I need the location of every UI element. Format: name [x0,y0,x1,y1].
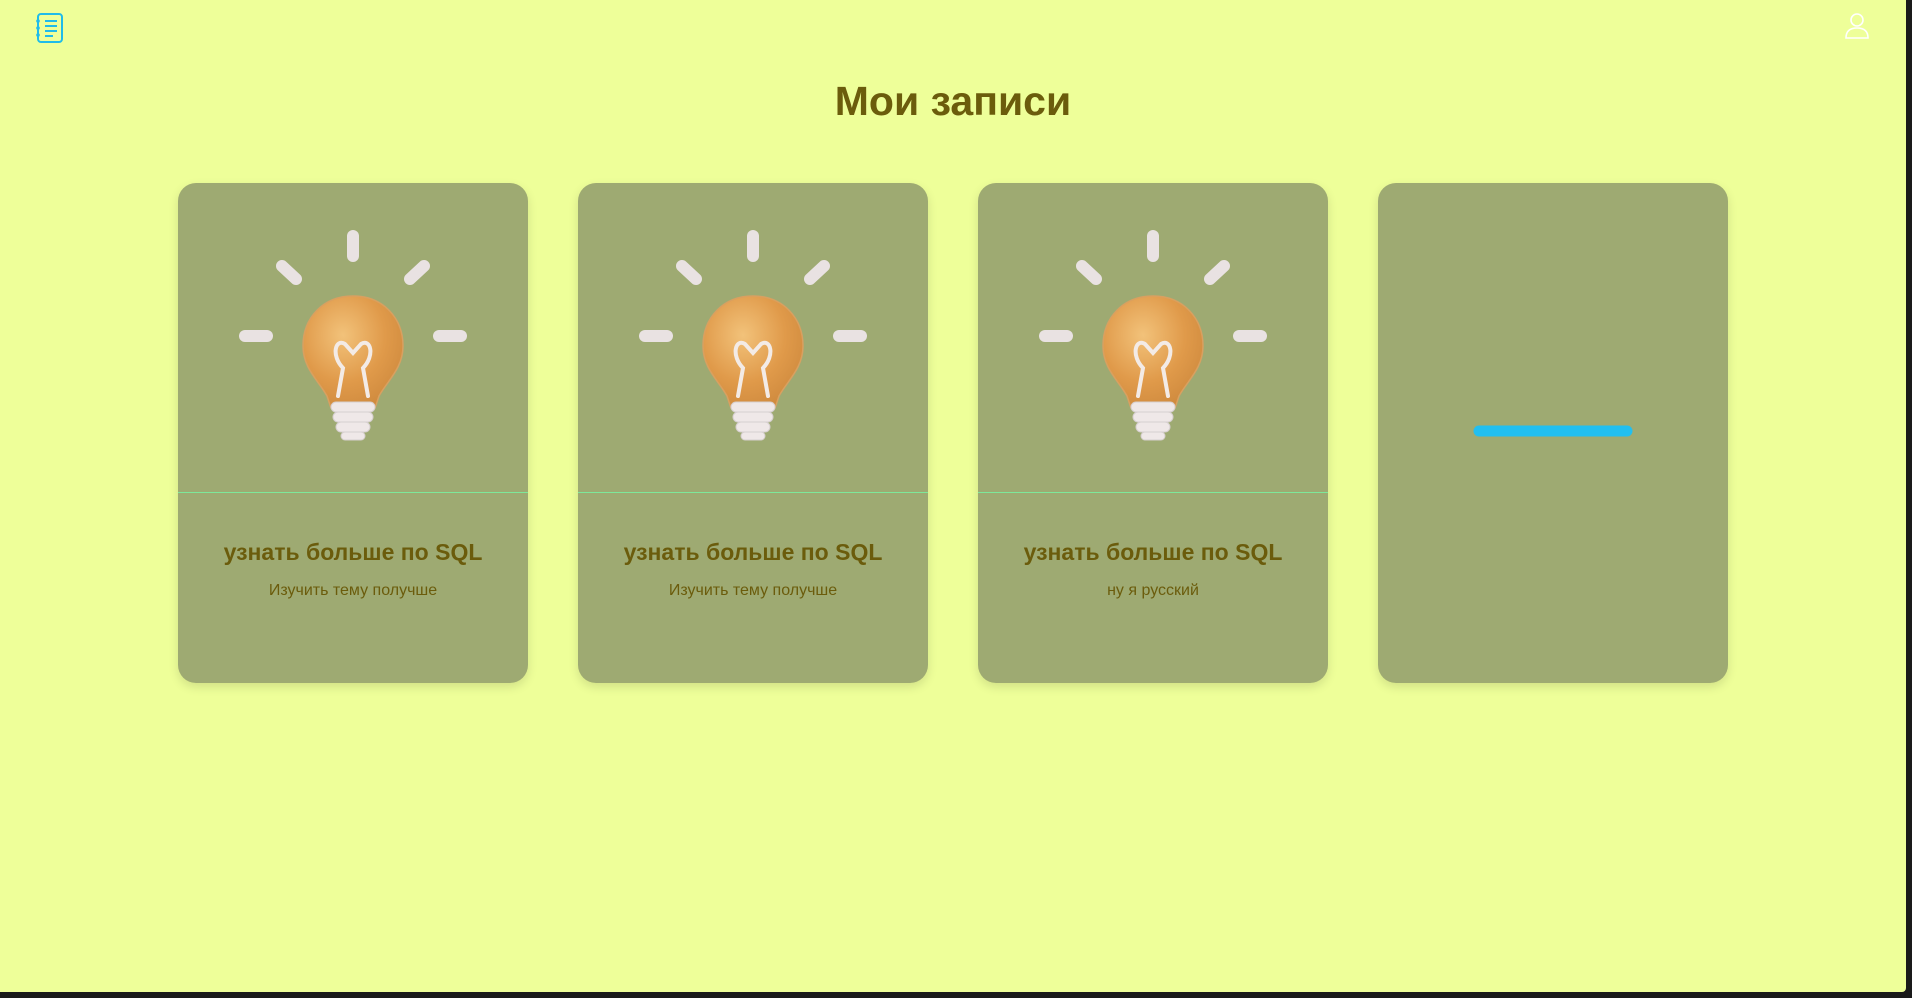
page-title: Мои записи [834,78,1072,124]
note-title: узнать больше по SQL [223,539,483,565]
notebook-list-icon[interactable] [34,12,64,44]
top-bar [0,0,1906,60]
notes-grid: узнать больше по SQL Изучить тему получш… [178,183,1728,683]
plus-icon [1473,351,1633,516]
lightbulb-icon [978,183,1328,493]
user-icon[interactable] [1844,12,1870,40]
note-card[interactable]: узнать больше по SQL ну я русский [978,183,1328,683]
note-description: Изучить тему получше [268,582,438,599]
app-viewport: Мои записи узнать больше по SQL Изучить … [0,0,1906,992]
note-title: узнать больше по SQL [1023,539,1283,565]
lightbulb-icon [578,183,928,493]
add-note-button[interactable] [1378,183,1728,683]
note-description: ну я русский [1107,582,1199,599]
note-title: узнать больше по SQL [623,539,883,565]
note-description: Изучить тему получше [668,582,838,599]
note-card[interactable]: узнать больше по SQL Изучить тему получш… [578,183,928,683]
note-card[interactable]: узнать больше по SQL Изучить тему получш… [178,183,528,683]
lightbulb-icon [178,183,528,493]
